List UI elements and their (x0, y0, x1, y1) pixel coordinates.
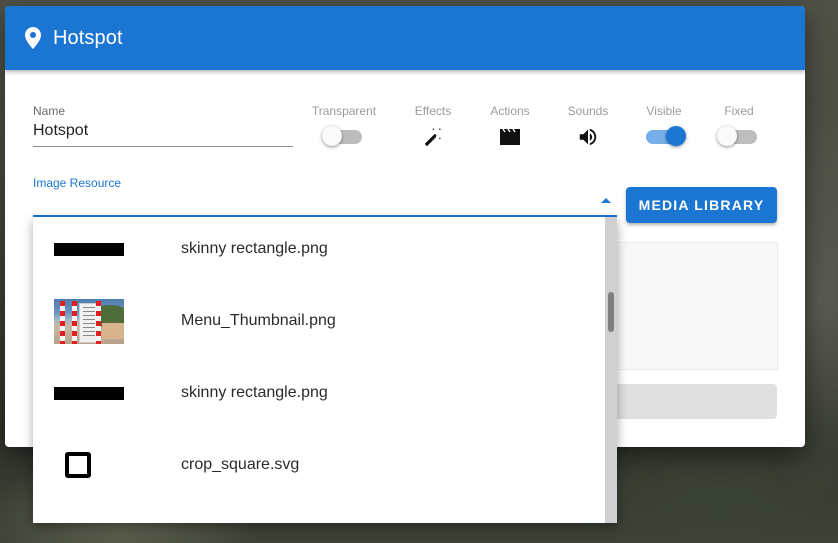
dropdown-item[interactable]: Menu_Thumbnail.png (33, 285, 603, 357)
dropdown-item[interactable]: skinny rectangle.png (33, 217, 603, 285)
option-fixed: Fixed (699, 104, 779, 149)
dropdown-item[interactable]: crop_square.svg (33, 429, 603, 501)
transparent-label: Transparent (311, 104, 377, 118)
dropdown-scrollbar[interactable] (605, 217, 617, 523)
dialog-header: Hotspot (5, 6, 805, 70)
option-effects: Effects (393, 104, 473, 149)
fixed-switch[interactable] (717, 126, 757, 146)
fixed-label: Fixed (724, 104, 754, 118)
transparent-switch[interactable] (322, 126, 362, 146)
clapperboard-icon[interactable] (470, 125, 550, 149)
thumbnail-menu (54, 298, 124, 344)
item-name: Menu_Thumbnail.png (181, 312, 336, 329)
volume-icon[interactable] (548, 125, 628, 149)
image-preview (610, 242, 778, 370)
name-input[interactable]: Hotspot (33, 122, 293, 147)
disabled-button (610, 384, 777, 419)
caret-up-icon[interactable] (601, 198, 611, 203)
sounds-label: Sounds (567, 104, 609, 118)
thumbnail-skinny-rectangle (54, 242, 124, 256)
magic-wand-icon[interactable] (393, 125, 473, 149)
name-field[interactable]: Name Hotspot (33, 104, 293, 147)
name-label: Name (33, 104, 66, 118)
visible-label: Visible (646, 104, 682, 118)
effects-label: Effects (414, 104, 452, 118)
thumbnail-skinny-rectangle (54, 386, 124, 400)
item-name: crop_square.svg (181, 456, 300, 473)
item-name: skinny rectangle.png (181, 384, 328, 401)
map-marker-icon (25, 27, 41, 49)
visible-switch[interactable] (646, 126, 686, 146)
item-name: skinny rectangle.png (181, 240, 328, 257)
option-transparent: Transparent (304, 104, 384, 149)
option-visible: Visible (624, 104, 704, 149)
image-resource-label: Image Resource (33, 176, 122, 190)
dropdown-scrollbar-thumb[interactable] (608, 292, 614, 332)
option-sounds: Sounds (548, 104, 628, 149)
actions-label: Actions (490, 104, 530, 118)
dropdown-item[interactable]: skinny rectangle.png (33, 357, 603, 429)
dialog-title: Hotspot (53, 26, 123, 49)
media-library-button[interactable]: MEDIA LIBRARY (626, 187, 777, 223)
image-resource-dropdown: skinny rectangle.png Menu_Thumbnail.png … (33, 217, 617, 523)
crop-square-icon (54, 452, 124, 478)
option-actions: Actions (470, 104, 550, 149)
